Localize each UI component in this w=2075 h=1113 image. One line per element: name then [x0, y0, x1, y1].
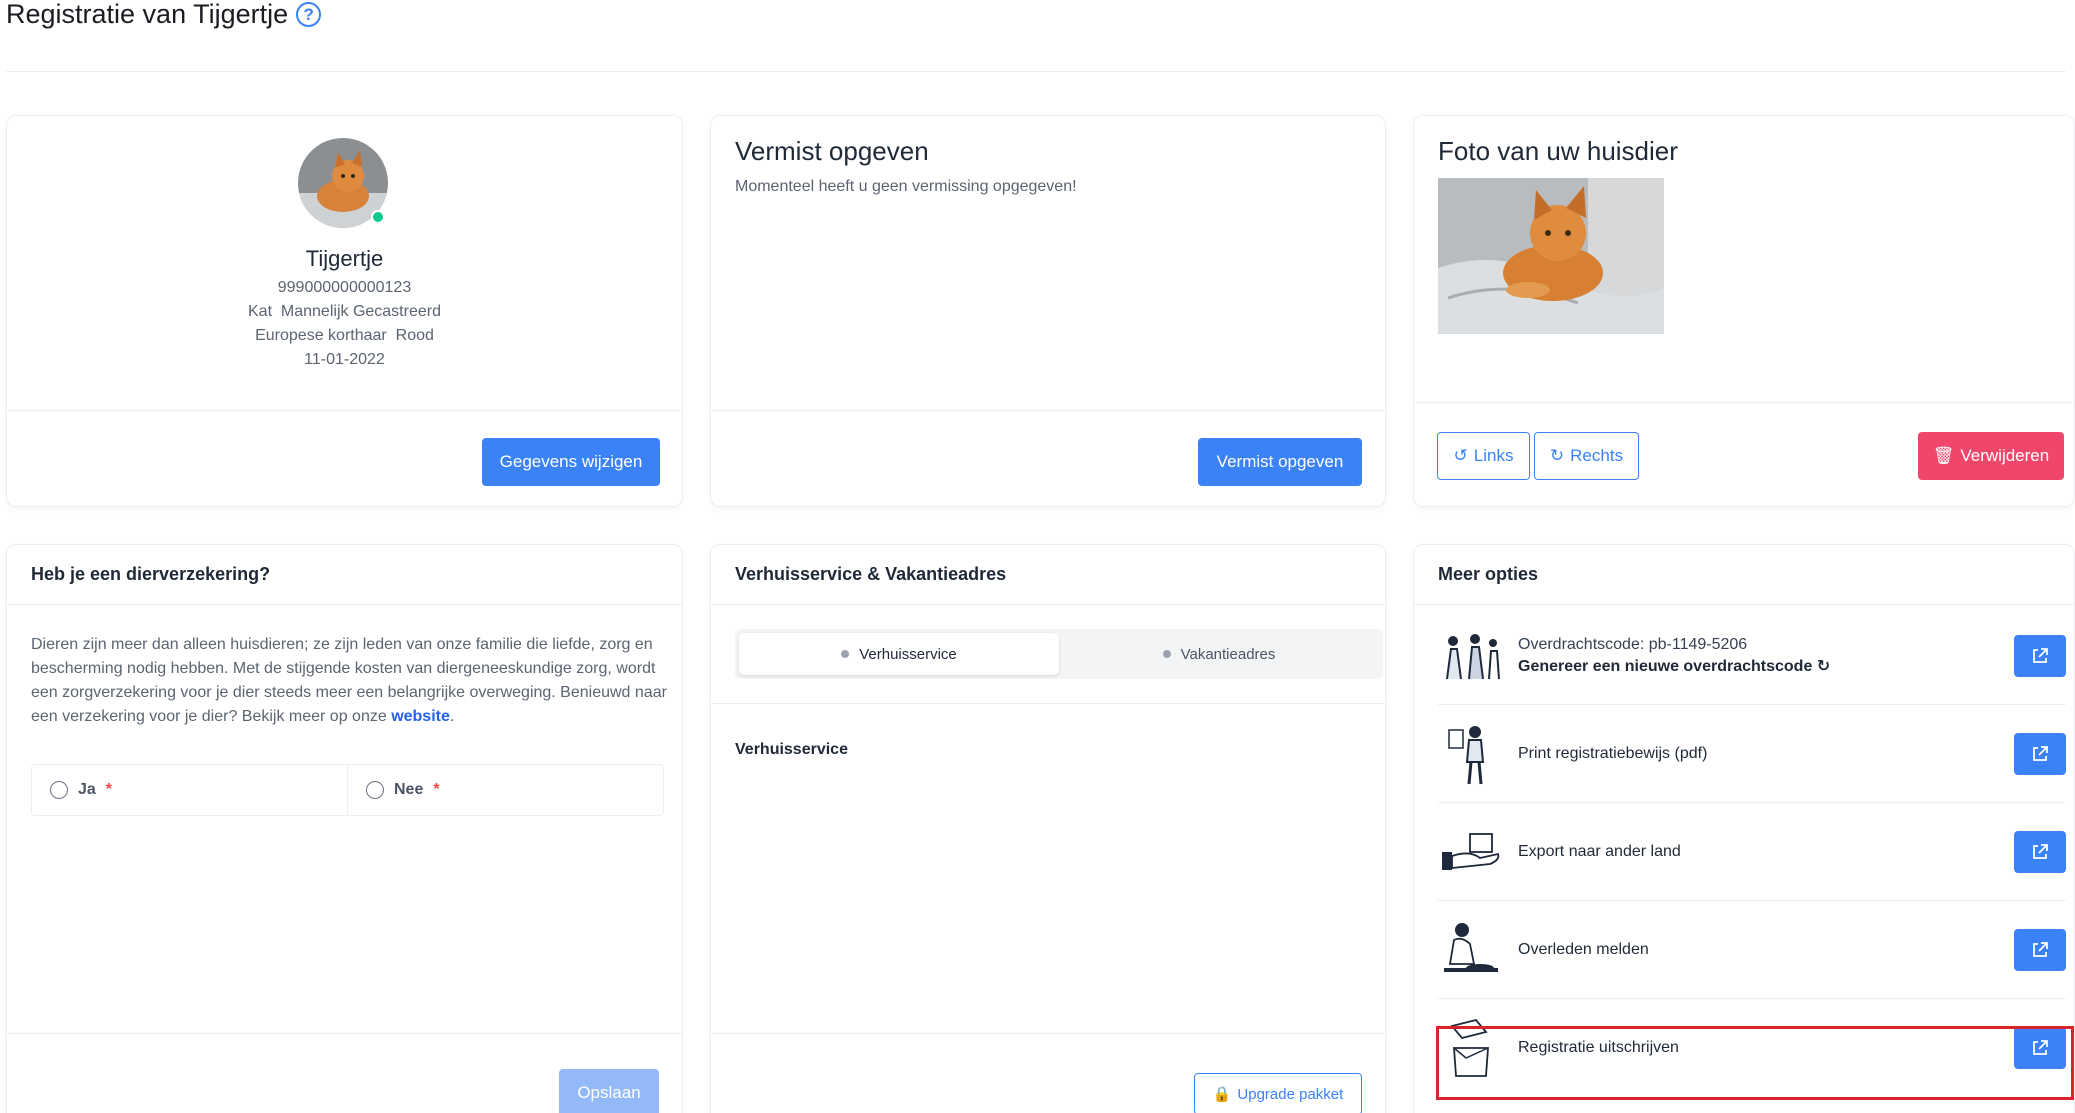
external-link-icon	[2033, 745, 2048, 761]
upgrade-label: Upgrade pakket	[1237, 1085, 1344, 1103]
more-options-title: Meer opties	[1414, 545, 2074, 605]
yes-label: Ja	[78, 781, 96, 798]
radio-no[interactable]	[366, 781, 384, 799]
external-link-icon	[2033, 647, 2048, 663]
deceased-label: Overleden melden	[1518, 940, 1649, 958]
page-header: Registratie van Tijgertje ?	[6, 0, 2066, 72]
external-link-button[interactable]	[2014, 634, 2066, 677]
missing-title: Vermist opgeven	[735, 136, 929, 166]
pet-breed-color: Europese korthaar Rood	[255, 327, 434, 344]
insurance-title: Heb je een dierverzekering?	[7, 545, 682, 605]
moving-title: Verhuisservice & Vakantieadres	[711, 545, 1385, 605]
trash-icon: 🗑	[1932, 446, 1955, 465]
sitting-person-illustration-icon	[1438, 917, 1504, 983]
required-mark: *	[105, 781, 113, 798]
print-certificate-label: Print registratiebewijs (pdf)	[1518, 744, 1708, 762]
page-title: Registratie van Tijgertje ?	[6, 0, 322, 29]
external-link-icon	[2033, 941, 2048, 957]
pet-species-sex: Kat Mannelijk Gecastreerd	[248, 303, 441, 320]
insurance-radio-group: Ja * Nee *	[31, 764, 664, 816]
hand-box-illustration-icon	[1438, 819, 1504, 885]
export-row: Export naar ander land	[1438, 803, 2066, 901]
tab-verhuisservice[interactable]: Verhuisservice	[739, 633, 1059, 675]
rotate-right-button[interactable]: ↻ Rechts	[1534, 432, 1639, 480]
external-link-button[interactable]	[2014, 928, 2066, 971]
insurance-no-option[interactable]: Nee *	[347, 765, 663, 815]
edit-details-button[interactable]: Gegevens wijzigen	[482, 438, 660, 486]
person-paper-illustration-icon	[1438, 721, 1504, 787]
photo-card: Foto van uw huisdier ↺ Links ↻ Rechts 🗑 Ver…	[1413, 115, 2075, 507]
pet-birth-date: 11-01-2022	[304, 351, 385, 368]
page-title-text: Registratie van Tijgertje	[6, 0, 289, 29]
transfer-code-text: Overdrachtscode: pb-1149-5206 Genereer e…	[1518, 634, 2014, 678]
question-circle-icon[interactable]: ?	[296, 1, 322, 27]
pet-name: Tijgertje	[305, 246, 384, 271]
external-link-button[interactable]	[2014, 732, 2066, 775]
moving-tabs: Verhuisservice Vakantieadres	[735, 629, 1383, 679]
moving-card: Verhuisservice & Vakantieadres Verhuisse…	[710, 544, 1386, 1113]
tab-vakantieadres[interactable]: Vakantieadres	[1059, 633, 1379, 675]
lock-icon: 🔒	[1212, 1086, 1232, 1103]
rotate-left-icon: ↺	[1453, 446, 1468, 465]
external-link-button[interactable]	[2014, 830, 2066, 873]
generate-code-link[interactable]: Genereer een nieuwe overdrachtscode ↻	[1518, 656, 2014, 678]
rotate-left-button[interactable]: ↺ Links	[1437, 432, 1530, 480]
generate-code-label: Genereer een nieuwe overdrachtscode	[1518, 657, 1813, 675]
tab-verhuisservice-label: Verhuisservice	[859, 645, 957, 663]
required-mark: *	[433, 781, 440, 798]
missing-card: Vermist opgeven Momenteel heeft u geen v…	[710, 115, 1386, 507]
website-link[interactable]: website	[391, 708, 450, 725]
tab-vakantieadres-label: Vakantieadres	[1180, 645, 1276, 663]
highlight-box	[1436, 1026, 2074, 1100]
tab-dot	[1162, 650, 1171, 658]
insurance-period: .	[449, 708, 455, 725]
refresh-icon[interactable]: ↻	[1817, 658, 1830, 675]
rotate-right-label: Rechts	[1570, 446, 1624, 465]
insurance-yes-option[interactable]: Ja *	[32, 765, 347, 815]
pet-profile-card: Tijgertje 999000000000123 Kat Mannelijk …	[6, 115, 683, 507]
save-button[interactable]: Opslaan	[559, 1069, 659, 1113]
deceased-row: Overleden melden	[1438, 901, 2066, 999]
missing-status: Momenteel heeft u geen vermissing opgege…	[735, 178, 1077, 195]
report-missing-button[interactable]: Vermist opgeven	[1198, 438, 1362, 486]
print-certificate-row: Print registratiebewijs (pdf)	[1438, 705, 2066, 803]
verhuisservice-section-title: Verhuisservice	[735, 741, 848, 758]
upgrade-package-button[interactable]: 🔒 Upgrade pakket	[1194, 1073, 1362, 1113]
insurance-description: Dieren zijn meer dan alleen huisdieren; …	[31, 636, 667, 725]
people-illustration-icon	[1438, 623, 1504, 689]
online-status-dot	[371, 210, 385, 224]
pet-info: Tijgertje 999000000000123 Kat Mannelijk …	[7, 244, 682, 372]
photo-title: Foto van uw huisdier	[1438, 136, 1678, 166]
export-label: Export naar ander land	[1518, 842, 1681, 860]
divider	[711, 703, 1385, 704]
transfer-code-value: Overdrachtscode: pb-1149-5206	[1518, 635, 1748, 653]
transfer-code-row: Overdrachtscode: pb-1149-5206 Genereer e…	[1438, 607, 2066, 705]
delete-label: Verwijderen	[1960, 446, 2050, 465]
external-link-icon	[2033, 843, 2048, 859]
pet-photo	[1438, 178, 1664, 334]
insurance-text: Dieren zijn meer dan alleen huisdieren; …	[31, 633, 671, 729]
insurance-card: Heb je een dierverzekering? Dieren zijn …	[6, 544, 683, 1113]
no-label: Nee	[394, 781, 424, 798]
tab-dot	[841, 650, 850, 658]
rotate-right-icon: ↻	[1549, 446, 1565, 465]
rotate-left-label: Links	[1473, 446, 1514, 465]
radio-yes[interactable]	[50, 781, 68, 799]
pet-chip-number: 999000000000123	[277, 279, 412, 296]
delete-photo-button[interactable]: 🗑 Verwijderen	[1918, 432, 2064, 480]
